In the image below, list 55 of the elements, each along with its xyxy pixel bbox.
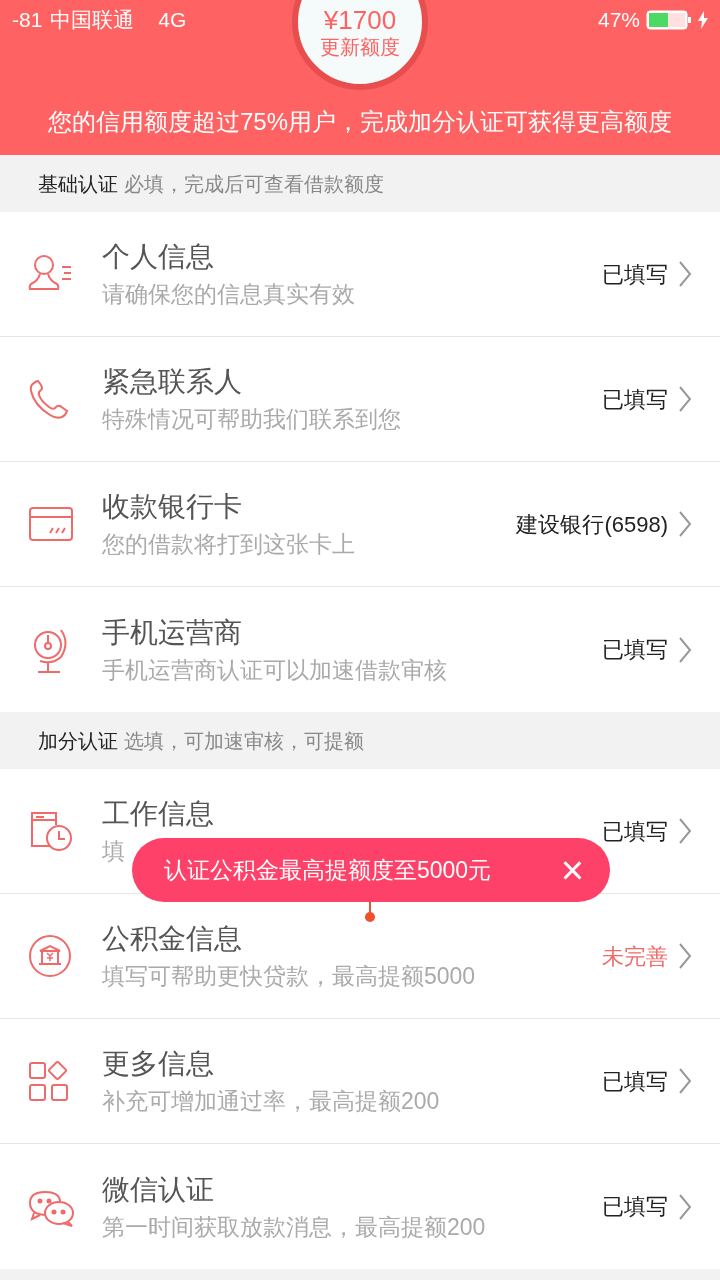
charging-icon bbox=[698, 10, 708, 29]
auth-list-item[interactable]: 更多信息 补充可增加通过率，最高提额200 已填写 bbox=[0, 1019, 720, 1144]
item-status: 已填写 bbox=[602, 636, 668, 664]
item-status: 已填写 bbox=[602, 260, 668, 289]
chevron-right-icon bbox=[678, 817, 692, 845]
section-title: 加分认证 bbox=[38, 728, 118, 754]
item-title: 个人信息 bbox=[102, 240, 215, 274]
section-note: 必填，完成后可查看借款额度 bbox=[124, 171, 384, 197]
item-subtitle: 特殊情况可帮助我们联系到您 bbox=[102, 405, 402, 434]
item-title: 收款银行卡 bbox=[102, 490, 243, 524]
item-status: 已填写 bbox=[602, 1193, 668, 1221]
item-subtitle: 您的借款将打到这张卡上 bbox=[102, 530, 356, 559]
credit-amount: ¥1700 bbox=[323, 6, 397, 34]
item-title: 紧急联系人 bbox=[102, 365, 243, 399]
battery-icon bbox=[646, 9, 692, 30]
chevron-right-icon bbox=[678, 260, 692, 288]
auth-list-item[interactable]: 收款银行卡 您的借款将打到这张卡上 建设银行(6598) bbox=[0, 462, 720, 587]
tooltip-pointer bbox=[364, 902, 376, 924]
chevron-right-icon bbox=[678, 510, 692, 538]
auth-list-item[interactable]: 个人信息 请确保您的信息真实有效 已填写 bbox=[0, 212, 720, 337]
network-type: 4G bbox=[158, 7, 187, 33]
signal-strength: -81 bbox=[12, 7, 43, 33]
tooltip-text: 认证公积金最高提额度至5000元 bbox=[164, 855, 493, 885]
item-status: 已填写 bbox=[602, 1067, 668, 1096]
item-subtitle: 填写可帮助更快贷款，最高提额5000 bbox=[102, 962, 477, 991]
chevron-right-icon bbox=[678, 942, 692, 970]
item-title: 手机运营商 bbox=[102, 615, 243, 650]
item-status: 已填写 bbox=[602, 385, 668, 414]
item-title: 更多信息 bbox=[102, 1047, 215, 1081]
item-title: 微信认证 bbox=[102, 1172, 215, 1207]
auth-list-item[interactable]: 微信认证 第一时间获取放款消息，最高提额200 已填写 bbox=[0, 1144, 720, 1269]
section-note: 选填，可加速审核，可提额 bbox=[124, 728, 364, 754]
item-title: 工作信息 bbox=[102, 797, 215, 831]
item-status: 建设银行(6598) bbox=[516, 510, 668, 539]
auth-list-item[interactable]: 紧急联系人 特殊情况可帮助我们联系到您 已填写 bbox=[0, 337, 720, 462]
item-status: 未完善 bbox=[602, 942, 668, 971]
section-title: 基础认证 bbox=[38, 171, 118, 197]
fund-building-icon bbox=[28, 934, 72, 978]
chevron-right-icon bbox=[678, 1192, 692, 1221]
chevron-right-icon bbox=[678, 1067, 692, 1095]
battery-percent: 47% bbox=[597, 7, 640, 33]
carrier-name: 中国联通 bbox=[50, 7, 135, 33]
item-subtitle: 补充可增加通过率，最高提额200 bbox=[102, 1087, 441, 1116]
banner-text: 您的信用额度超过75%用户，完成加分认证可获得更高额度 bbox=[46, 107, 673, 137]
item-status: 已填写 bbox=[602, 817, 668, 846]
bank-card-icon bbox=[28, 506, 74, 542]
calendar-clock-icon bbox=[28, 809, 74, 853]
chevron-right-icon bbox=[678, 385, 692, 413]
item-subtitle: 手机运营商认证可以加速借款审核 bbox=[102, 655, 448, 685]
item-subtitle: 第一时间获取放款消息，最高提额200 bbox=[102, 1212, 487, 1242]
item-title: 公积金信息 bbox=[102, 922, 243, 956]
item-subtitle: 请确保您的信息真实有效 bbox=[102, 280, 356, 309]
chevron-right-icon bbox=[678, 635, 692, 664]
item-subtitle: 填 bbox=[102, 837, 126, 866]
auth-list-item[interactable]: 手机运营商 手机运营商认证可以加速借款审核 已填写 bbox=[0, 587, 720, 712]
